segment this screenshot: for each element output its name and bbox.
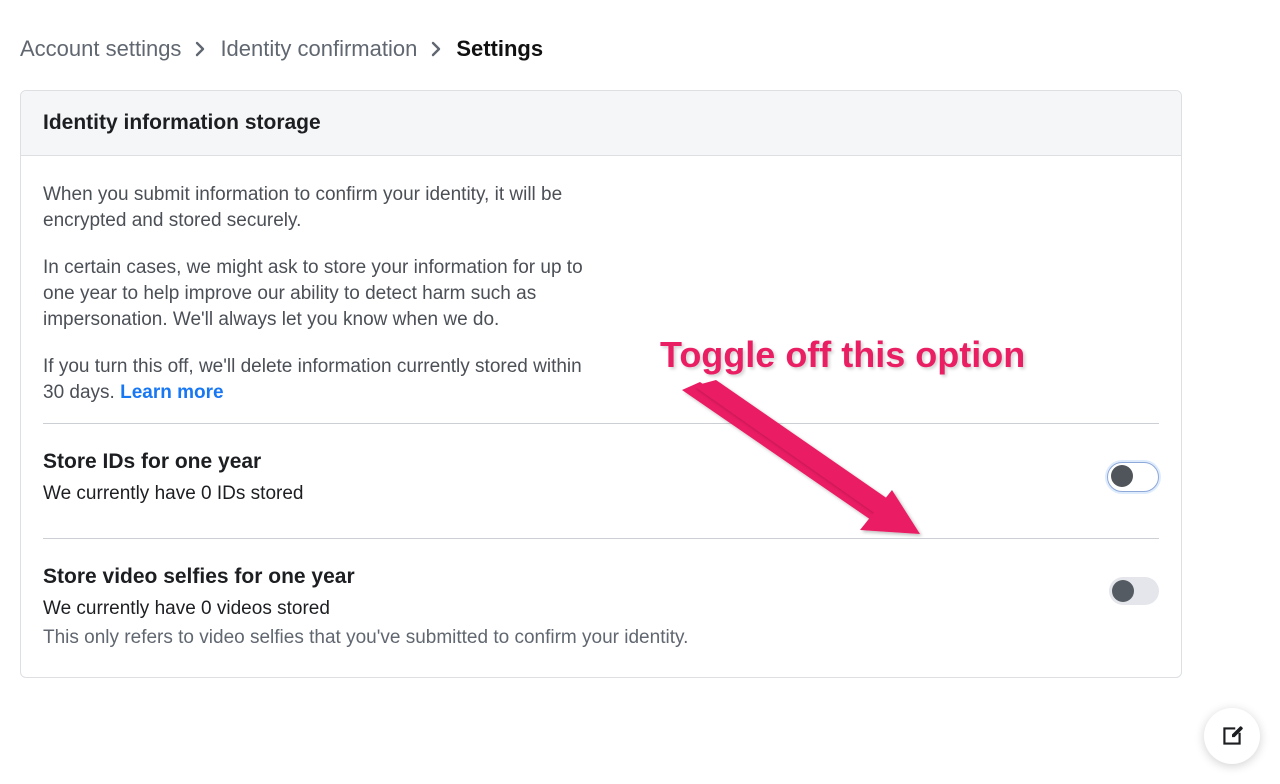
edit-icon — [1219, 723, 1245, 749]
setting-store-videos-note: This only refers to video selfies that y… — [43, 625, 1085, 651]
breadcrumb-item-settings: Settings — [456, 36, 543, 62]
intro-paragraph-3: If you turn this off, we'll delete infor… — [43, 354, 603, 405]
intro-paragraph-2: In certain cases, we might ask to store … — [43, 255, 603, 332]
chevron-right-icon — [195, 41, 206, 57]
setting-store-ids-title: Store IDs for one year — [43, 448, 1083, 476]
intro-paragraph-1: When you submit information to confirm y… — [43, 182, 603, 233]
breadcrumb-item-account-settings[interactable]: Account settings — [20, 36, 181, 62]
breadcrumb-item-identity-confirmation[interactable]: Identity confirmation — [220, 36, 417, 62]
setting-store-videos-title: Store video selfies for one year — [43, 563, 1085, 591]
identity-storage-card: Identity information storage When you su… — [20, 90, 1182, 678]
setting-store-ids-sub: We currently have 0 IDs stored — [43, 481, 1083, 507]
learn-more-link[interactable]: Learn more — [120, 382, 223, 403]
divider — [43, 423, 1159, 424]
edit-fab[interactable] — [1204, 708, 1260, 764]
chevron-right-icon — [431, 41, 442, 57]
setting-store-videos-sub: We currently have 0 videos stored — [43, 596, 1085, 622]
toggle-store-ids[interactable] — [1107, 462, 1159, 492]
divider — [43, 538, 1159, 539]
card-title: Identity information storage — [21, 91, 1181, 156]
setting-store-video-selfies: Store video selfies for one year We curr… — [43, 557, 1159, 661]
toggle-store-video-selfies[interactable] — [1109, 577, 1159, 605]
setting-store-ids: Store IDs for one year We currently have… — [43, 442, 1159, 520]
card-intro: When you submit information to confirm y… — [43, 182, 1159, 405]
breadcrumb: Account settings Identity confirmation S… — [20, 36, 1260, 62]
